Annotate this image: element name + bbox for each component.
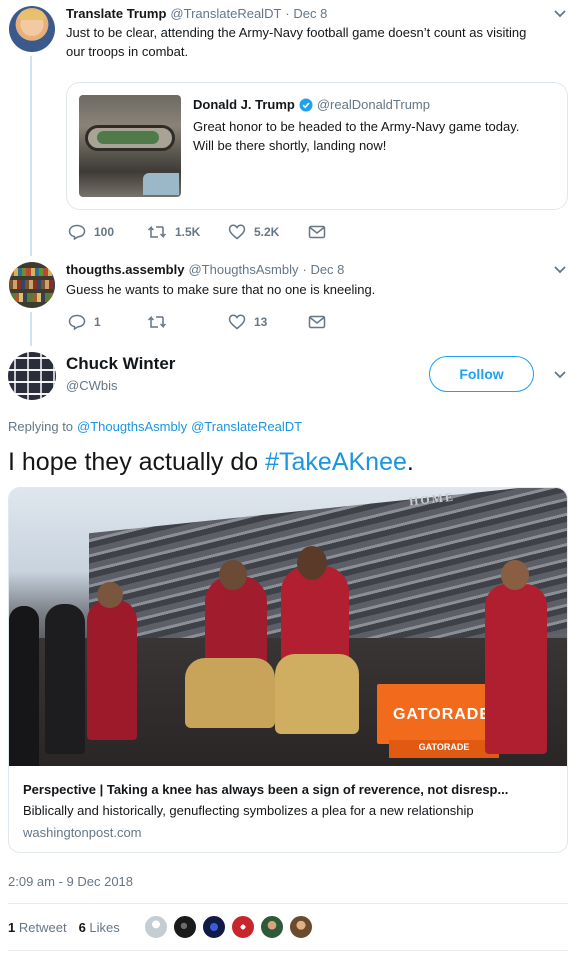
avatar[interactable]: [9, 6, 55, 52]
like-button[interactable]: 5.2K: [228, 224, 279, 240]
quoted-tweet[interactable]: Donald J. Trump @realDonaldTrump Great h…: [66, 82, 568, 210]
envelope-icon: [308, 315, 326, 329]
tweet-timestamp[interactable]: 2:09 am - 9 Dec 2018: [8, 874, 133, 889]
retweet-button[interactable]: [147, 314, 175, 330]
tweet-text: our troops in combat.: [66, 44, 189, 59]
direct-message-button[interactable]: [308, 225, 334, 239]
verified-badge-icon: [299, 98, 313, 111]
thread-line: [30, 312, 32, 346]
tweet-text: Guess he wants to make sure that no one …: [66, 282, 376, 297]
direct-message-button[interactable]: [308, 315, 334, 329]
like-stat-count: 6: [78, 920, 86, 935]
retweet-stat-label: Retweet: [18, 920, 67, 935]
author-name[interactable]: Chuck Winter: [66, 354, 175, 374]
card-title[interactable]: Perspective | Taking a knee has always b…: [23, 782, 563, 797]
envelope-icon: [308, 225, 326, 239]
replying-to: Replying to @ThougthsAsmbly @TranslateRe…: [8, 419, 302, 434]
liker-avatar[interactable]: [260, 915, 284, 939]
avatar[interactable]: [8, 352, 56, 400]
tweet-text: Just to be clear, attending the Army-Nav…: [66, 25, 527, 40]
author-handle[interactable]: @TranslateRealDT: [170, 6, 281, 21]
heart-icon: [228, 224, 246, 240]
liker-avatar[interactable]: [202, 915, 226, 939]
tweet-date[interactable]: · Dec 8: [285, 6, 327, 21]
like-button[interactable]: 13: [228, 314, 267, 330]
quoted-tweet-image: [79, 95, 181, 197]
retweet-icon: [147, 315, 167, 329]
retweet-icon: [147, 225, 167, 239]
chevron-down-icon[interactable]: [553, 370, 567, 380]
retweet-stat-count: 1: [8, 920, 16, 935]
tweet-text: .: [406, 448, 414, 476]
author-name[interactable]: thougths.assembly: [66, 262, 184, 277]
chevron-down-icon[interactable]: [553, 9, 567, 19]
card-domain: washingtonpost.com: [23, 825, 142, 840]
retweet-count: 1.5K: [175, 225, 201, 239]
divider: [8, 950, 568, 951]
retweet-button[interactable]: 1.5K: [147, 224, 200, 240]
retweet-stat[interactable]: 1 Retweet: [8, 920, 67, 935]
main-tweet-text: I hope they actually do #TakeAKnee .: [8, 448, 414, 477]
author-handle[interactable]: @CWbis: [66, 378, 117, 393]
card-image: HOME GATORADE GATORADE: [9, 488, 567, 766]
hashtag-link[interactable]: #TakeAKnee: [265, 448, 407, 477]
card-description: Biblically and historically, genuflectin…: [23, 803, 474, 818]
heart-icon: [228, 314, 246, 330]
reply-icon: [68, 224, 86, 240]
reply-count: 1: [94, 315, 101, 329]
like-stat-label: Likes: [89, 920, 120, 935]
thread-line: [30, 56, 32, 256]
tweet-date[interactable]: · Dec 8: [303, 262, 345, 277]
link-card[interactable]: HOME GATORADE GATORADE Perspective | Tak…: [8, 487, 568, 853]
like-count: 5.2K: [254, 225, 280, 239]
liker-avatar[interactable]: [144, 915, 168, 939]
replying-to-label: Replying to: [8, 419, 74, 434]
liker-avatar[interactable]: [173, 915, 197, 939]
card-image-text: GATORADE: [418, 742, 470, 752]
reply-button[interactable]: 1: [68, 314, 101, 330]
quoted-author-handle[interactable]: @realDonaldTrump: [317, 97, 430, 112]
quoted-author-name[interactable]: Donald J. Trump: [193, 97, 295, 112]
chevron-down-icon[interactable]: [553, 265, 567, 275]
engagement-stats: 1 Retweet 6 Likes: [8, 920, 120, 935]
follow-button[interactable]: Follow: [429, 356, 534, 392]
like-stat[interactable]: 6 Likes: [79, 920, 120, 935]
reply-count: 100: [94, 225, 115, 239]
tweet-text: I hope they actually do: [8, 448, 266, 476]
author-name[interactable]: Translate Trump: [66, 6, 166, 21]
liker-avatar[interactable]: [289, 915, 313, 939]
reply-icon: [68, 314, 86, 330]
liker-avatar[interactable]: [231, 915, 255, 939]
quoted-tweet-text: Will be there shortly, landing now!: [193, 138, 387, 153]
avatar[interactable]: [9, 262, 55, 308]
reply-button[interactable]: 100: [68, 224, 114, 240]
like-count: 13: [254, 315, 268, 329]
divider: [8, 903, 568, 904]
mention-link[interactable]: @TranslateRealDT: [191, 419, 302, 434]
mention-link[interactable]: @ThougthsAsmbly: [77, 419, 187, 434]
author-handle[interactable]: @ThougthsAsmbly: [188, 262, 298, 277]
quoted-tweet-text: Great honor to be headed to the Army-Nav…: [193, 119, 520, 134]
